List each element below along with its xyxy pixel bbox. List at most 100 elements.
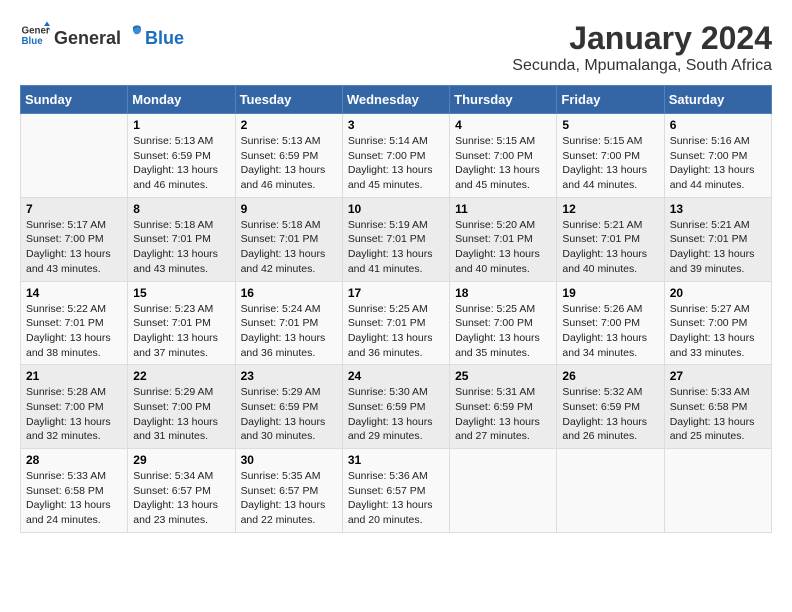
calendar-cell: 19 Sunrise: 5:26 AM Sunset: 7:00 PM Dayli…: [557, 281, 664, 365]
calendar-cell: 5 Sunrise: 5:15 AM Sunset: 7:00 PM Daylig…: [557, 114, 664, 198]
calendar-cell: 23 Sunrise: 5:29 AM Sunset: 6:59 PM Dayli…: [235, 365, 342, 449]
day-info: Sunrise: 5:13 AM Sunset: 6:59 PM Dayligh…: [133, 134, 229, 193]
subtitle: Secunda, Mpumalanga, South Africa: [512, 57, 772, 75]
calendar-cell: 21Sunrise: 5:28 AM Sunset: 7:00 PM Dayli…: [21, 365, 128, 449]
logo-bird-icon: [122, 22, 144, 44]
day-number: 16: [241, 286, 337, 300]
day-number: 3: [348, 118, 444, 132]
day-info: Sunrise: 5:14 AM Sunset: 7:00 PM Dayligh…: [348, 134, 444, 193]
logo-general-text: General: [54, 28, 121, 49]
calendar-cell: 12Sunrise: 5:21 AM Sunset: 7:01 PM Dayli…: [557, 197, 664, 281]
day-info: Sunrise: 5:22 AM Sunset: 7:01 PM Dayligh…: [26, 302, 122, 361]
day-info: Sunrise: 5:36 AM Sunset: 6:57 PM Dayligh…: [348, 469, 444, 528]
calendar-header-row: SundayMondayTuesdayWednesdayThursdayFrid…: [21, 86, 772, 114]
calendar-cell: 18 Sunrise: 5:25 AM Sunset: 7:00 PM Dayli…: [450, 281, 557, 365]
day-info: Sunrise: 5:19 AM Sunset: 7:01 PM Dayligh…: [348, 218, 444, 277]
day-info: Sunrise: 5:34 AM Sunset: 6:57 PM Dayligh…: [133, 469, 229, 528]
calendar-cell: 3 Sunrise: 5:14 AM Sunset: 7:00 PM Daylig…: [342, 114, 449, 198]
calendar-cell: 29 Sunrise: 5:34 AM Sunset: 6:57 PM Dayli…: [128, 449, 235, 533]
day-info: Sunrise: 5:25 AM Sunset: 7:00 PM Dayligh…: [455, 302, 551, 361]
day-number: 9: [241, 202, 337, 216]
day-number: 11: [455, 202, 551, 216]
day-info: Sunrise: 5:17 AM Sunset: 7:00 PM Dayligh…: [26, 218, 122, 277]
day-info: Sunrise: 5:13 AM Sunset: 6:59 PM Dayligh…: [241, 134, 337, 193]
svg-text:Blue: Blue: [22, 36, 44, 47]
day-info: Sunrise: 5:29 AM Sunset: 7:00 PM Dayligh…: [133, 385, 229, 444]
calendar-cell: 16 Sunrise: 5:24 AM Sunset: 7:01 PM Dayli…: [235, 281, 342, 365]
calendar-cell: 11Sunrise: 5:20 AM Sunset: 7:01 PM Dayli…: [450, 197, 557, 281]
day-number: 8: [133, 202, 229, 216]
calendar-week-row: 21Sunrise: 5:28 AM Sunset: 7:00 PM Dayli…: [21, 365, 772, 449]
day-number: 29: [133, 453, 229, 467]
day-info: Sunrise: 5:23 AM Sunset: 7:01 PM Dayligh…: [133, 302, 229, 361]
day-number: 18: [455, 286, 551, 300]
day-info: Sunrise: 5:25 AM Sunset: 7:01 PM Dayligh…: [348, 302, 444, 361]
calendar-cell: 27Sunrise: 5:33 AM Sunset: 6:58 PM Dayli…: [664, 365, 771, 449]
day-number: 22: [133, 369, 229, 383]
day-number: 24: [348, 369, 444, 383]
calendar-cell: 24 Sunrise: 5:30 AM Sunset: 6:59 PM Dayli…: [342, 365, 449, 449]
logo-icon: General Blue: [20, 20, 50, 50]
logo-blue-text: Blue: [145, 28, 184, 49]
day-info: Sunrise: 5:18 AM Sunset: 7:01 PM Dayligh…: [241, 218, 337, 277]
calendar-week-row: 7 Sunrise: 5:17 AM Sunset: 7:00 PM Daylig…: [21, 197, 772, 281]
calendar-table: SundayMondayTuesdayWednesdayThursdayFrid…: [20, 85, 772, 533]
calendar-day-header: Monday: [128, 86, 235, 114]
day-info: Sunrise: 5:24 AM Sunset: 7:01 PM Dayligh…: [241, 302, 337, 361]
calendar-cell: 2 Sunrise: 5:13 AM Sunset: 6:59 PM Daylig…: [235, 114, 342, 198]
day-info: Sunrise: 5:33 AM Sunset: 6:58 PM Dayligh…: [670, 385, 766, 444]
day-number: 21: [26, 369, 122, 383]
calendar-cell: 28Sunrise: 5:33 AM Sunset: 6:58 PM Dayli…: [21, 449, 128, 533]
calendar-cell: 26Sunrise: 5:32 AM Sunset: 6:59 PM Dayli…: [557, 365, 664, 449]
day-number: 15: [133, 286, 229, 300]
day-number: 7: [26, 202, 122, 216]
day-number: 1: [133, 118, 229, 132]
day-number: 5: [562, 118, 658, 132]
day-info: Sunrise: 5:26 AM Sunset: 7:00 PM Dayligh…: [562, 302, 658, 361]
calendar-cell: 4 Sunrise: 5:15 AM Sunset: 7:00 PM Daylig…: [450, 114, 557, 198]
day-info: Sunrise: 5:21 AM Sunset: 7:01 PM Dayligh…: [562, 218, 658, 277]
logo: General Blue General Blue: [20, 20, 184, 50]
day-info: Sunrise: 5:35 AM Sunset: 6:57 PM Dayligh…: [241, 469, 337, 528]
calendar-week-row: 14Sunrise: 5:22 AM Sunset: 7:01 PM Dayli…: [21, 281, 772, 365]
calendar-week-row: 28Sunrise: 5:33 AM Sunset: 6:58 PM Dayli…: [21, 449, 772, 533]
calendar-week-row: 1 Sunrise: 5:13 AM Sunset: 6:59 PM Daylig…: [21, 114, 772, 198]
title-area: January 2024 Secunda, Mpumalanga, South …: [512, 20, 772, 75]
main-title: January 2024: [512, 20, 772, 57]
calendar-cell: [557, 449, 664, 533]
day-number: 23: [241, 369, 337, 383]
day-info: Sunrise: 5:33 AM Sunset: 6:58 PM Dayligh…: [26, 469, 122, 528]
calendar-day-header: Tuesday: [235, 86, 342, 114]
day-number: 2: [241, 118, 337, 132]
day-number: 13: [670, 202, 766, 216]
day-info: Sunrise: 5:29 AM Sunset: 6:59 PM Dayligh…: [241, 385, 337, 444]
calendar-day-header: Friday: [557, 86, 664, 114]
day-number: 4: [455, 118, 551, 132]
calendar-cell: 7 Sunrise: 5:17 AM Sunset: 7:00 PM Daylig…: [21, 197, 128, 281]
calendar-cell: 10 Sunrise: 5:19 AM Sunset: 7:01 PM Dayli…: [342, 197, 449, 281]
calendar-day-header: Sunday: [21, 86, 128, 114]
day-number: 30: [241, 453, 337, 467]
day-number: 25: [455, 369, 551, 383]
day-info: Sunrise: 5:15 AM Sunset: 7:00 PM Dayligh…: [455, 134, 551, 193]
calendar-cell: 20Sunrise: 5:27 AM Sunset: 7:00 PM Dayli…: [664, 281, 771, 365]
calendar-cell: 15 Sunrise: 5:23 AM Sunset: 7:01 PM Dayli…: [128, 281, 235, 365]
day-number: 10: [348, 202, 444, 216]
calendar-day-header: Wednesday: [342, 86, 449, 114]
calendar-cell: [21, 114, 128, 198]
calendar-cell: 9 Sunrise: 5:18 AM Sunset: 7:01 PM Daylig…: [235, 197, 342, 281]
calendar-cell: [450, 449, 557, 533]
calendar-cell: 17Sunrise: 5:25 AM Sunset: 7:01 PM Dayli…: [342, 281, 449, 365]
day-info: Sunrise: 5:21 AM Sunset: 7:01 PM Dayligh…: [670, 218, 766, 277]
day-info: Sunrise: 5:30 AM Sunset: 6:59 PM Dayligh…: [348, 385, 444, 444]
day-info: Sunrise: 5:15 AM Sunset: 7:00 PM Dayligh…: [562, 134, 658, 193]
calendar-cell: 8Sunrise: 5:18 AM Sunset: 7:01 PM Daylig…: [128, 197, 235, 281]
day-number: 26: [562, 369, 658, 383]
calendar-cell: 25Sunrise: 5:31 AM Sunset: 6:59 PM Dayli…: [450, 365, 557, 449]
day-number: 20: [670, 286, 766, 300]
day-number: 19: [562, 286, 658, 300]
calendar-cell: [664, 449, 771, 533]
day-number: 6: [670, 118, 766, 132]
calendar-cell: 6Sunrise: 5:16 AM Sunset: 7:00 PM Daylig…: [664, 114, 771, 198]
calendar-cell: 31Sunrise: 5:36 AM Sunset: 6:57 PM Dayli…: [342, 449, 449, 533]
